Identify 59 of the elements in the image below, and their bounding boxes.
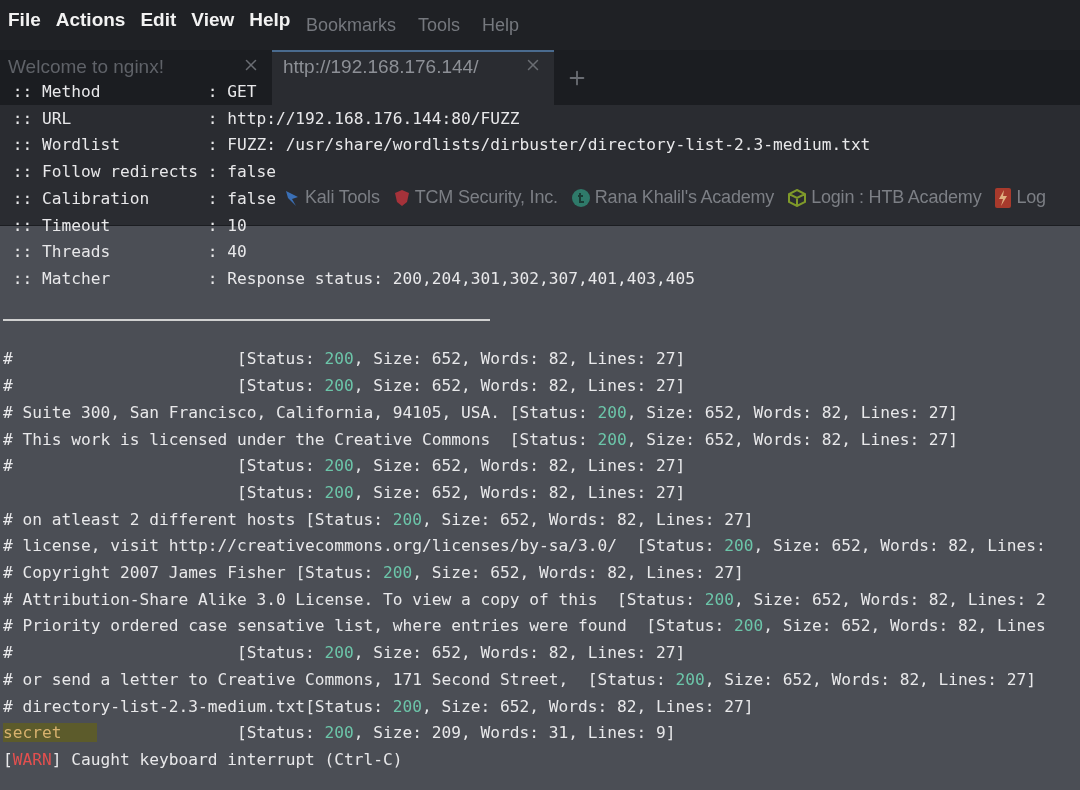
status-text: [Status: 200, Size: 652, Words: 82, Lines: 27] [236, 375, 686, 398]
status-text: [Status: 200, Size: 652, Words: 82, Lines: 27] [587, 668, 1037, 691]
status-text: [Status: 200, Size: 652, Words: 82, Lines: 27] [236, 348, 686, 371]
status-text: [Status: 200, Size: 652, Words: 82, Lines [646, 615, 1046, 638]
status-text: [Status: 200, Size: 652, Words: 82, Lines: [636, 535, 1046, 558]
shield-icon [393, 188, 410, 207]
menu-item[interactable]: Edit [140, 9, 177, 31]
setting-line: :: Method : GET [11, 81, 257, 103]
status-text: [Status: 200, Size: 652, Words: 82, Lines: 27] [305, 695, 754, 718]
setting-line: :: Threads : 40 [11, 241, 247, 264]
setting-line: :: Follow redirects : false [11, 161, 276, 184]
status-text: [Status: 200, Size: 652, Words: 82, Lines: 27] [236, 642, 686, 665]
tab-title: http://192.168.176.144/ [283, 56, 479, 78]
browser-tab[interactable]: Welcome to nginx! [0, 50, 272, 76]
status-text: [Status: 200, Size: 652, Words: 82, Lines: 27] [236, 481, 686, 504]
result-word: # [3, 349, 13, 369]
result-word: # Copyright 2007 James Fisher [3, 563, 287, 583]
browser-menu-item[interactable]: Bookmarks [306, 14, 397, 36]
browser-menu-item[interactable]: Tools [418, 14, 461, 36]
status-text: [Status: 200, Size: 652, Words: 82, Lines: 27] [236, 455, 686, 478]
setting-line: :: Timeout : 10 [11, 214, 247, 237]
status-text: [Status: 200, Size: 652, Words: 82, Lines: 27] [509, 401, 959, 424]
result-word: # license, visit http://creativecommons.org/licenses/by-sa/3.0/ [3, 536, 618, 556]
result-word: # or send a letter to Creative Commons, 171 Second Street, [3, 669, 570, 689]
bookmark-link[interactable]: Kali Tools [305, 187, 380, 208]
result-word: # [3, 376, 13, 396]
menu-item[interactable]: Help [249, 9, 291, 31]
result-word: # Suite 300, San Francisco, California, 94105, USA. [3, 402, 502, 422]
setting-line: :: Calibration : false [11, 187, 276, 210]
bookmark-link[interactable]: Login : HTB Academy [811, 187, 982, 208]
bookmark-link[interactable]: Log [1016, 187, 1046, 208]
bookmark-link[interactable]: TCM Security, Inc. [414, 187, 558, 208]
warning-line: [WARN] Caught keyboard interrupt (Ctrl-C) [3, 748, 403, 771]
result-word: # Priority ordered case sensative list, where entries were found [3, 616, 628, 636]
tab-title: Welcome to nginx! [8, 56, 164, 78]
result-word: # directory-list-2.3-medium.txt [3, 696, 306, 716]
menu-item[interactable]: View [191, 9, 235, 31]
status-text: [Status: 200, Size: 652, Words: 82, Lines: 27] [295, 562, 744, 585]
status-text: [Status: 200, Size: 652, Words: 82, Lines: 27] [509, 428, 959, 451]
result-word: # [3, 643, 13, 663]
result-word: # [3, 456, 13, 476]
result-word: # Attribution-Share Alike 3.0 License. To view a copy of this [3, 589, 599, 609]
status-text: [Status: 200, Size: 209, Words: 31, Lines: 9] [236, 722, 676, 745]
status-text: [Status: 200, Size: 652, Words: 82, Lines: 2 [617, 588, 1046, 611]
result-word: # This work is licensed under the Creative Commons [3, 429, 492, 449]
circle-icon [571, 188, 590, 207]
bookmark-link[interactable]: Rana Khalil's Academy [594, 187, 775, 208]
browser-menu-item[interactable]: Help [482, 14, 520, 36]
result-word: secret [3, 723, 97, 743]
bolt-icon [995, 187, 1012, 208]
setting-line: :: Matcher : Response status: 200,204,301,302,307,401,403,405 [11, 267, 695, 290]
status-text: [Status: 200, Size: 652, Words: 82, Lines: 27] [305, 508, 754, 531]
menu-item[interactable]: File [8, 9, 41, 31]
result-word: # on atleast 2 different hosts [3, 509, 297, 529]
browser-tab[interactable]: http://192.168.176.144/ [272, 50, 554, 105]
menu-item[interactable]: Actions [55, 9, 126, 31]
setting-line: :: URL : http://192.168.176.144:80/FUZZ [11, 107, 520, 130]
cube-icon [788, 188, 807, 207]
setting-line: :: Wordlist : FUZZ: /usr/share/wordlists/dirbuster/directory-list-2.3-medium.txt [11, 134, 871, 157]
